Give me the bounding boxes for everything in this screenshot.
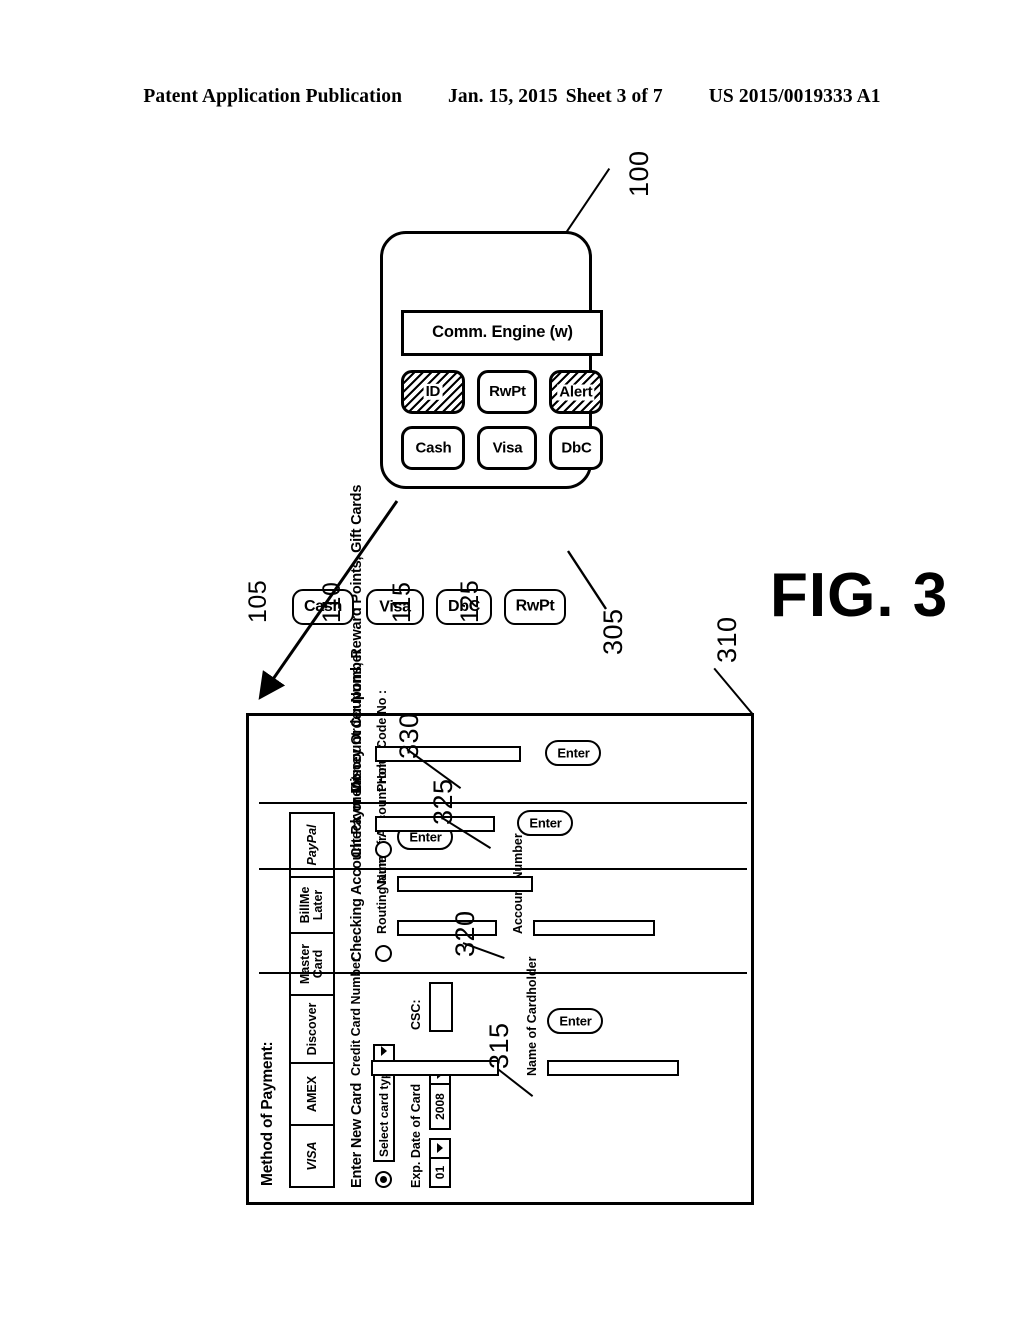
leader-310	[713, 667, 754, 715]
section-divider-1	[259, 972, 747, 974]
device-chip-visa-label: Visa	[492, 439, 522, 457]
enter-button-discounts-label: Enter	[556, 745, 590, 761]
leader-100	[566, 167, 611, 233]
enter-button-discounts[interactable]: Enter	[545, 740, 601, 766]
tab-discover[interactable]: Discover	[291, 994, 333, 1062]
legend-ref-125: 125	[456, 579, 484, 623]
section-heading-discounts: Discount Coupons, Reward Points, Gift Ca…	[349, 484, 365, 792]
select-card-type-value: Select card type	[377, 1064, 391, 1157]
select-exp-month-value: 01	[433, 1165, 447, 1180]
page-title: Method of Payment:	[259, 1041, 276, 1186]
section-heading-enter-new-card: Enter New Card	[349, 1082, 365, 1188]
tab-amex[interactable]: AMEX	[291, 1062, 333, 1124]
legend-ref-110: 110	[318, 581, 346, 623]
mobile-device: Cash Visa DbC ID RwPt Alert Comm. Engine…	[380, 231, 603, 489]
input-csc[interactable]	[429, 982, 453, 1032]
radio-enter-new-card[interactable]	[375, 1171, 392, 1188]
device-chip-id[interactable]: ID	[401, 370, 465, 414]
radio-checking-account[interactable]	[375, 945, 392, 962]
legend-chip-rwpt-label: RwPt	[515, 598, 555, 615]
tab-visa[interactable]: VISA	[291, 1124, 333, 1186]
comm-engine-label: Comm. Engine (w)	[431, 323, 573, 342]
figure-3: Method of Payment: VISA AMEX Discover Ma…	[0, 0, 1024, 1320]
label-credit-card-number: Credit Card Number	[349, 957, 363, 1076]
device-chip-visa[interactable]: Visa	[477, 426, 537, 470]
device-chip-cash-label: Cash	[415, 439, 451, 457]
refnum-320: 320	[450, 910, 480, 957]
device-chip-cash[interactable]: Cash	[401, 426, 465, 470]
tab-master-card[interactable]: Master Card	[291, 932, 333, 994]
label-promo-code: Promo Code No :	[375, 689, 389, 792]
legend-chip-rwpt: RwPt	[504, 589, 566, 625]
figure-landscape-canvas: Method of Payment: VISA AMEX Discover Ma…	[232, 105, 792, 1215]
section-divider-3	[259, 802, 747, 804]
refnum-305: 305	[598, 608, 628, 655]
payment-form-panel: Method of Payment: VISA AMEX Discover Ma…	[246, 485, 754, 1205]
tab-billme-later[interactable]: BillMe Later	[291, 876, 333, 932]
figure-caption: FIG. 3	[770, 561, 949, 630]
comm-engine-box: Comm. Engine (w)	[401, 310, 603, 356]
device-chip-alert[interactable]: Alert	[549, 370, 603, 414]
refnum-310: 310	[712, 616, 742, 663]
input-credit-card-number[interactable]	[371, 1060, 499, 1076]
radio-check-money-order[interactable]	[375, 841, 392, 858]
refnum-100: 100	[624, 150, 654, 197]
select-exp-month[interactable]: 01	[429, 1138, 451, 1188]
tab-paypal[interactable]: PayPal	[291, 814, 333, 876]
label-csc: CSC:	[409, 999, 423, 1030]
enter-button-new-card[interactable]: Enter	[547, 1008, 603, 1034]
legend-ref-115: 115	[388, 581, 416, 623]
label-exp-date: Exp. Date of Card	[409, 1083, 423, 1188]
enter-button-check-money-order-label: Enter	[528, 815, 562, 831]
chevron-down-icon	[431, 1140, 449, 1159]
device-chip-rwpt[interactable]: RwPt	[477, 370, 537, 414]
label-name-of-cardholder: Name of Cardholder	[525, 956, 539, 1076]
input-routing-number[interactable]	[397, 920, 497, 936]
device-chip-dbc[interactable]: DbC	[549, 426, 603, 470]
legend-ref-105: 105	[244, 579, 272, 623]
enter-button-new-card-label: Enter	[558, 1013, 592, 1029]
section-divider-2	[259, 868, 747, 870]
input-name-of-cardholder[interactable]	[547, 1060, 679, 1076]
device-chip-alert-label: Alert	[557, 383, 595, 401]
refnum-315: 315	[484, 1022, 514, 1069]
device-chip-id-label: ID	[423, 383, 443, 401]
input-name-of-account-holder[interactable]	[397, 876, 533, 892]
enter-button-check-money-order[interactable]: Enter	[517, 810, 573, 836]
device-chip-rwpt-label: RwPt	[488, 383, 526, 401]
input-account-number[interactable]	[533, 920, 655, 936]
select-exp-year-value: 2008	[433, 1093, 447, 1120]
device-chip-dbc-label: DbC	[560, 439, 592, 457]
